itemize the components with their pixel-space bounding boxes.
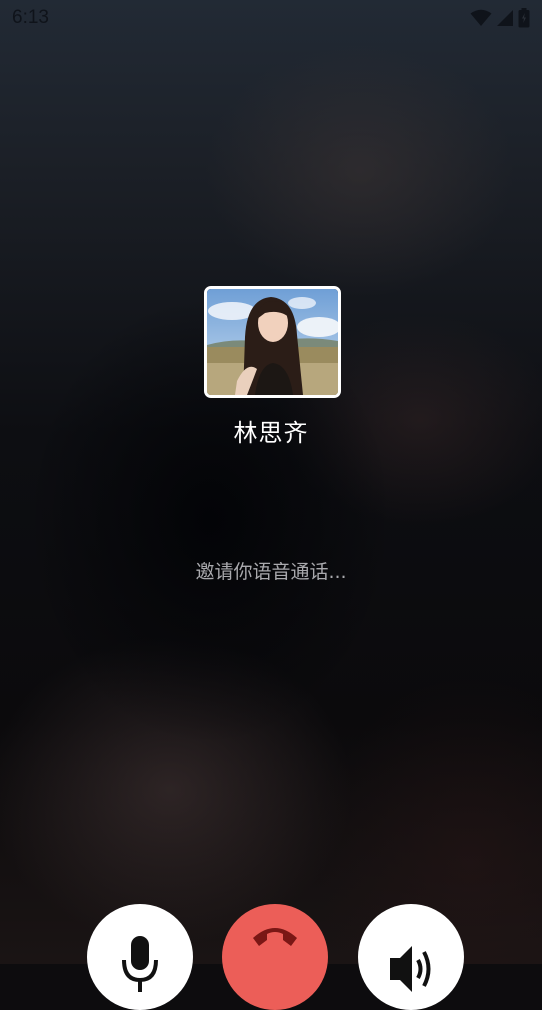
- speaker-button[interactable]: [358, 904, 464, 1010]
- speaker-icon: [387, 904, 435, 996]
- mute-button[interactable]: [87, 904, 193, 1010]
- phone-hangup-icon: [249, 904, 301, 958]
- caller-avatar: [204, 286, 341, 398]
- blurred-background: [0, 0, 542, 964]
- call-status-text: 邀请你语音通话...: [195, 561, 347, 583]
- battery-icon: [518, 8, 530, 28]
- status-time: 6:13: [12, 7, 49, 28]
- status-icons: [470, 8, 530, 28]
- signal-icon: [496, 9, 514, 27]
- microphone-icon: [120, 904, 160, 996]
- status-bar: 6:13: [0, 0, 542, 36]
- hangup-button[interactable]: [222, 904, 328, 1010]
- caller-name: 林思齐: [233, 419, 309, 447]
- wifi-icon: [470, 9, 492, 27]
